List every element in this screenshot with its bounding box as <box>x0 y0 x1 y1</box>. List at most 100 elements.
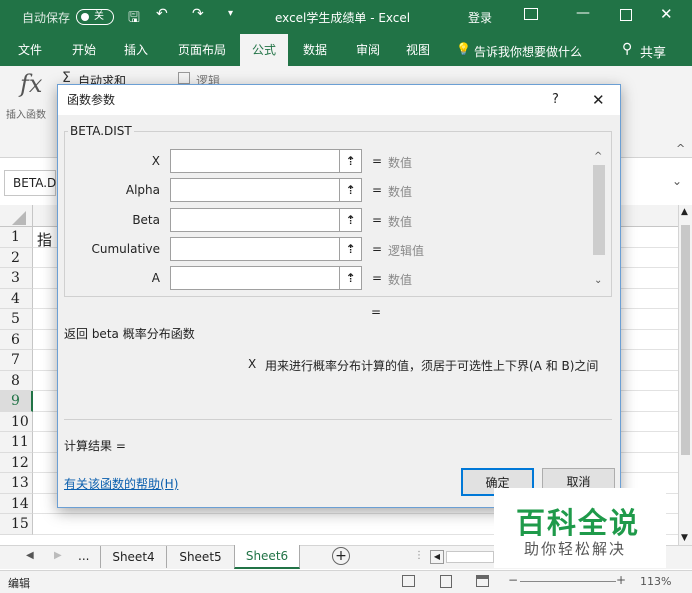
splitter-handle-icon[interactable]: ⋮ <box>414 550 424 561</box>
sheet-tab-sheet5[interactable]: Sheet5 <box>166 546 234 568</box>
argument-input[interactable]: ⇡ <box>170 266 362 291</box>
sheet-tab-sheet4[interactable]: Sheet4 <box>100 546 166 568</box>
row-header[interactable]: 12 <box>0 452 33 473</box>
row-header[interactable]: 10 <box>0 411 33 432</box>
normal-view-icon[interactable] <box>402 575 415 587</box>
zoom-out-icon[interactable]: − <box>508 573 518 587</box>
argument-row: Beta ⇡ = 数值 <box>58 207 598 234</box>
collapse-dialog-icon[interactable]: ⇡ <box>339 267 361 290</box>
args-scroll-thumb[interactable] <box>593 165 605 255</box>
login-link[interactable]: 登录 <box>468 9 492 26</box>
function-name: BETA.DIST <box>68 124 134 138</box>
cell-a1[interactable]: 指 <box>37 229 52 250</box>
argument-equals: = <box>372 183 383 198</box>
row-header[interactable]: 7 <box>0 350 33 371</box>
hscroll-left-icon[interactable]: ◀ <box>430 550 444 564</box>
function-icon[interactable]: fx <box>20 70 42 98</box>
function-help-link[interactable]: 有关该函数的帮助(H) <box>64 475 178 492</box>
argument-label: Alpha <box>125 183 160 198</box>
redo-icon[interactable]: ↷ <box>192 6 204 22</box>
toggle-knob <box>81 13 89 21</box>
select-all-corner[interactable] <box>0 205 33 227</box>
insert-function-label[interactable]: 插入函数 <box>6 106 46 121</box>
page-break-view-icon[interactable] <box>476 575 489 587</box>
undo-icon[interactable]: ↶ <box>156 6 168 22</box>
lightbulb-icon: 💡 <box>456 42 471 56</box>
row-header[interactable]: 3 <box>0 268 33 289</box>
tab-view[interactable]: 视图 <box>398 34 438 66</box>
corner-triangle-icon <box>12 211 26 225</box>
row-header[interactable]: 5 <box>0 309 33 330</box>
window-title: excel学生成绩单 - Excel <box>275 11 411 25</box>
close-window-icon[interactable]: ✕ <box>660 5 673 23</box>
row-header[interactable]: 4 <box>0 288 33 309</box>
ribbon-display-icon[interactable] <box>524 8 538 20</box>
row-header[interactable]: 2 <box>0 247 33 268</box>
name-box[interactable]: BETA.D <box>4 170 56 196</box>
save-icon[interactable]: 🖫 <box>128 7 140 31</box>
row-header[interactable]: 11 <box>0 432 33 453</box>
minimize-icon[interactable]: — <box>576 5 590 21</box>
expand-formula-icon[interactable]: ⌄ <box>672 174 682 188</box>
argument-equals: = <box>372 212 383 227</box>
tab-formulas[interactable]: 公式 <box>240 34 288 66</box>
vertical-scrollbar[interactable]: ▲ ▼ <box>678 205 692 545</box>
scroll-thumb[interactable] <box>681 225 690 455</box>
collapse-dialog-icon[interactable]: ⇡ <box>339 208 361 231</box>
scroll-up-icon[interactable]: ▲ <box>681 207 688 217</box>
row-header[interactable]: 6 <box>0 329 33 350</box>
argument-input[interactable]: ⇡ <box>170 236 362 261</box>
share-button[interactable]: 共享 <box>640 42 666 61</box>
argument-input[interactable]: ⇡ <box>170 149 362 173</box>
tab-home[interactable]: 开始 <box>64 34 104 66</box>
args-scroll-up-icon[interactable]: ^ <box>594 151 602 162</box>
horizontal-scrollbar[interactable] <box>446 551 494 563</box>
tab-review[interactable]: 审阅 <box>348 34 388 66</box>
collapse-dialog-icon[interactable]: ⇡ <box>339 150 361 172</box>
help-icon[interactable]: ? <box>552 85 559 115</box>
maximize-icon[interactable] <box>620 9 632 21</box>
row-header[interactable]: 8 <box>0 370 33 391</box>
argument-help-text: 用来进行概率分布计算的值，须居于可选性上下界(A 和 B)之间 <box>265 359 599 373</box>
argument-row: A ⇡ = 数值 <box>58 266 598 292</box>
more-sheets-button[interactable]: ... <box>78 549 89 563</box>
args-scroll-down-icon[interactable]: ⌄ <box>594 275 602 286</box>
zoom-level[interactable]: 113% <box>640 575 671 588</box>
argument-input[interactable]: ⇡ <box>170 207 362 232</box>
row-header[interactable]: 9 <box>0 391 33 412</box>
dialog-divider <box>64 419 612 420</box>
collapse-dialog-icon[interactable]: ⇡ <box>339 237 361 260</box>
argument-row: Alpha ⇡ = 数值 <box>58 178 598 204</box>
tab-data[interactable]: 数据 <box>295 34 335 66</box>
person-icon: ⚲ <box>622 41 633 57</box>
zoom-slider[interactable] <box>520 581 616 582</box>
new-sheet-icon[interactable]: + <box>332 547 350 565</box>
tab-file[interactable]: 文件 <box>10 34 50 66</box>
prev-sheet-icon[interactable]: ◀ <box>26 550 34 561</box>
dialog-close-icon[interactable]: ✕ <box>592 85 605 115</box>
row-header[interactable]: 14 <box>0 493 33 514</box>
args-scrollbar[interactable]: ^ ⌄ <box>592 151 606 291</box>
argument-input[interactable]: ⇡ <box>170 178 362 203</box>
tell-me-box[interactable]: 告诉我你想要做什么 <box>474 43 582 60</box>
zoom-in-icon[interactable]: + <box>616 573 626 587</box>
function-description: 返回 beta 概率分布函数 <box>64 327 195 341</box>
row-header[interactable]: 15 <box>0 514 33 535</box>
scroll-down-icon[interactable]: ▼ <box>681 533 688 543</box>
calc-result-label: 计算结果 = <box>64 439 126 453</box>
autosave-toggle[interactable]: 关 <box>76 9 114 25</box>
row-header[interactable]: 1 <box>0 227 33 248</box>
tab-page-layout[interactable]: 页面布局 <box>170 34 234 66</box>
collapse-dialog-icon[interactable]: ⇡ <box>339 179 361 202</box>
tab-insert[interactable]: 插入 <box>116 34 156 66</box>
customize-qat-icon[interactable]: ▾ <box>228 8 233 19</box>
argument-row: X ⇡ = 数值 <box>58 149 598 175</box>
next-sheet-icon[interactable]: ▶ <box>54 550 62 561</box>
autosave-state: 关 <box>94 11 104 22</box>
sheet-tab-sheet6[interactable]: Sheet6 <box>234 545 300 569</box>
dialog-title-bar: 函数参数 ? ✕ <box>58 85 620 115</box>
argument-result: 数值 <box>388 273 413 288</box>
collapse-ribbon-icon[interactable]: ^ <box>676 142 685 155</box>
row-header[interactable]: 13 <box>0 473 33 494</box>
page-layout-view-icon[interactable] <box>440 575 452 588</box>
